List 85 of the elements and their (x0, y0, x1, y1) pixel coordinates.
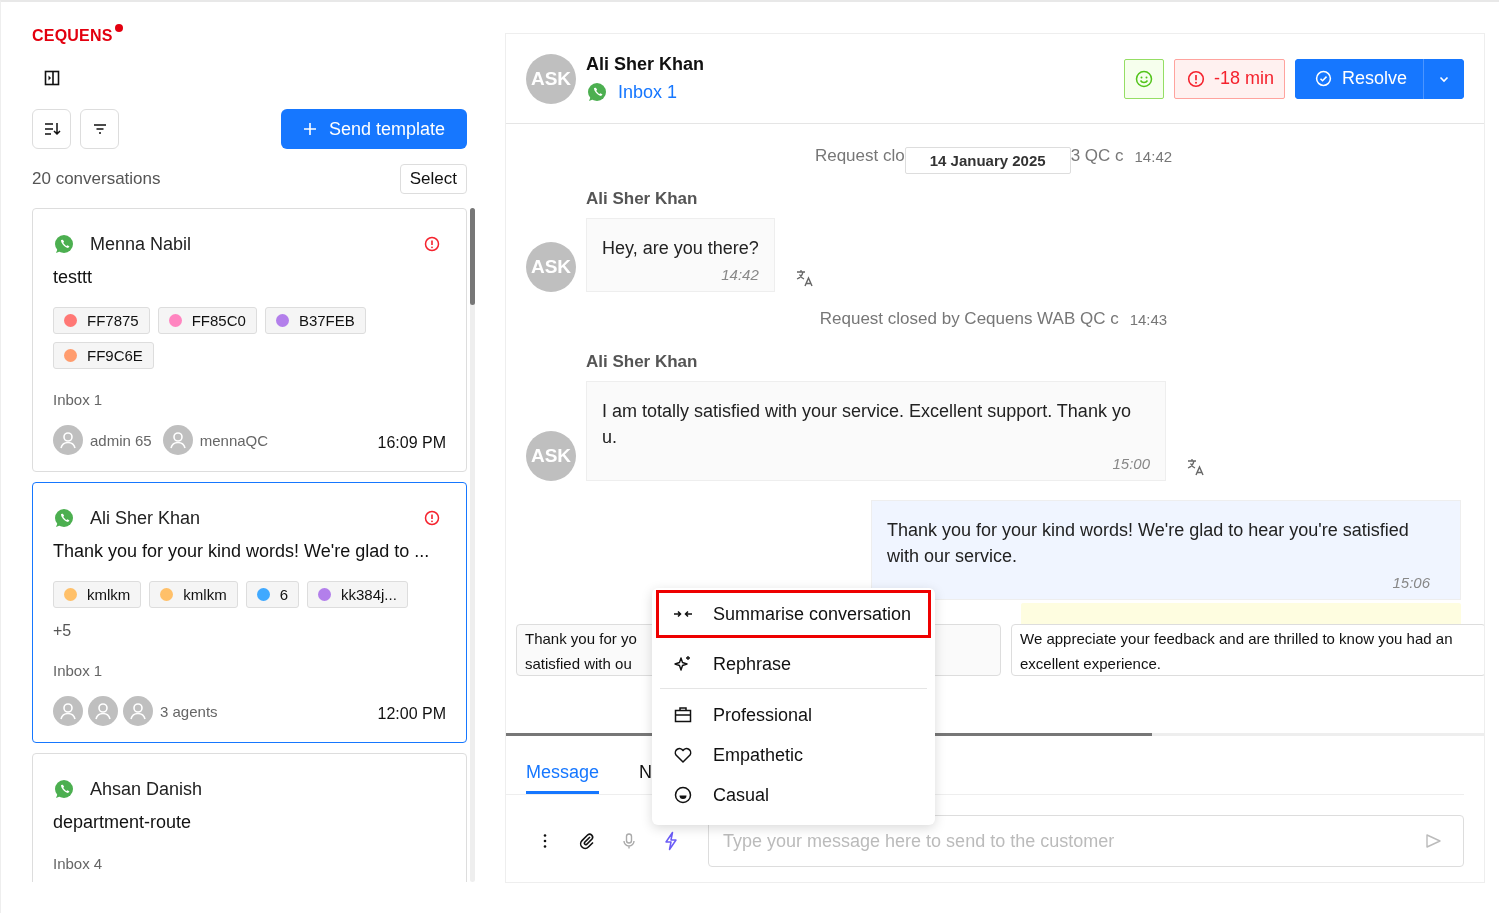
smiley-icon (1134, 69, 1153, 88)
conversation-count: 20 conversations (32, 169, 161, 189)
attachment-icon[interactable] (578, 832, 596, 850)
conversation-card[interactable]: Ali Sher Khan Thank you for your kind words! We're glad to ... kmlkm kmlkm 6 kk384j... +5 Inbox 1 3 agents 12:00 PM (32, 482, 467, 743)
conversation-time: 12:00 PM (377, 705, 446, 723)
avatar-icon (53, 425, 83, 455)
reply-suggestion[interactable]: We appreciate your feedback and are thrilled to know you had an excellent experience. (1011, 624, 1484, 676)
message-time: 15:06 (1391, 574, 1430, 591)
panel-toggle-icon[interactable] (44, 70, 60, 86)
sort-icon (42, 120, 61, 138)
whatsapp-icon (53, 778, 75, 800)
translate-icon[interactable] (794, 268, 815, 288)
sender-name: Ali Sher Khan (586, 352, 699, 372)
label-tag: FF9C6E (53, 342, 154, 369)
menu-item[interactable]: Summarise conversation (656, 590, 931, 638)
conversation-card[interactable]: Menna Nabil testtt FF7875 FF85C0 B37FEB FF9C6E Inbox 1 admin 65 mennaQC 16:09 PM (32, 208, 467, 472)
translate-icon[interactable] (1186, 457, 1206, 477)
filter-button[interactable] (80, 109, 119, 149)
composer-tab[interactable]: N (639, 736, 653, 794)
contact-name: Ali Sher Khan (586, 54, 705, 75)
composer-tab[interactable]: Message (526, 736, 600, 794)
whatsapp-icon (53, 233, 75, 255)
whatsapp-icon (586, 81, 608, 103)
inbox-link[interactable]: Inbox 1 (618, 81, 678, 103)
brand-logo: CEQUENS (32, 27, 113, 45)
agent-name: mennaQC (199, 431, 269, 449)
menu-item[interactable]: Professional (656, 695, 931, 735)
sort-button[interactable] (32, 109, 71, 149)
message-preview: department-route (53, 812, 193, 833)
resolve-button[interactable]: Resolve (1294, 58, 1424, 99)
contact-name: Ali Sher Khan (90, 507, 202, 529)
sender-name: Ali Sher Khan (586, 189, 699, 209)
contact-name: Ahsan Danish (90, 778, 204, 800)
label-tag: 6 (245, 581, 299, 608)
scrollbar[interactable] (470, 208, 475, 882)
alert-icon (1186, 69, 1205, 88)
inbox-name: Inbox 4 (53, 855, 104, 872)
label-tag: FF85C0 (157, 307, 257, 334)
smiley-icon (673, 785, 693, 805)
briefcase-icon (673, 705, 693, 725)
filter-icon (91, 121, 108, 137)
message-time: 14:42 (720, 266, 759, 283)
inbox-name: Inbox 1 (53, 391, 104, 408)
sla-timer-button[interactable]: -18 min (1173, 58, 1285, 99)
conversation-time: 16:09 PM (377, 434, 446, 452)
message-text: Hey, are you there? (602, 237, 759, 260)
label-tag: FF7875 (53, 307, 150, 334)
system-message: 3 QC c (1070, 146, 1124, 166)
agent-count: 3 agents (160, 702, 218, 720)
message-text: I am totally satisfied with your service. Excellent support. Thank yo u. (602, 400, 1132, 449)
message-time: 15:00 (1111, 455, 1150, 472)
message-time: 14:42 (1134, 147, 1173, 165)
conversation-card[interactable]: Ahsan Danish department-route Inbox 4 (32, 753, 467, 882)
contact-avatar: ASK (526, 242, 576, 292)
more-tags-count: +5 (53, 622, 73, 640)
avatar-icon (123, 696, 153, 726)
menu-item[interactable]: Casual (656, 775, 931, 815)
contact-avatar: ASK (526, 53, 576, 104)
logo-dot-icon (114, 24, 123, 32)
label-tag: kmlkm (53, 581, 142, 608)
message-time: 14:43 (1129, 310, 1168, 328)
system-message: Request closed by Cequens WAB QC c (819, 309, 1119, 329)
label-tag: kmlkm (149, 581, 238, 608)
menu-item[interactable]: Empathetic (656, 735, 931, 775)
message-preview: Thank you for your kind words! We're glad to ... (53, 541, 431, 562)
lightning-icon[interactable] (662, 831, 680, 851)
avatar-icon (162, 425, 193, 455)
message-input[interactable]: Type your message here to send to the customer (708, 815, 1464, 867)
avatar-icon (88, 696, 118, 726)
plus-icon (302, 122, 317, 136)
label-tag: B37FEB (264, 307, 366, 334)
contact-avatar: ASK (526, 431, 576, 481)
contact-name: Menna Nabil (90, 233, 193, 255)
inbox-name: Inbox 1 (53, 662, 104, 679)
check-circle-icon (1314, 70, 1332, 87)
heart-icon (673, 745, 693, 765)
agent-name: admin 65 (90, 431, 152, 449)
label-tag: kk384j... (307, 581, 408, 608)
select-button[interactable]: Select (399, 164, 467, 194)
system-message: Request clo (814, 146, 905, 166)
avatar-icon (53, 696, 83, 726)
message-preview: testtt (53, 267, 93, 288)
send-template-button[interactable]: Send template (281, 109, 467, 149)
whatsapp-icon (53, 507, 75, 529)
message-text: Thank you for your kind words! We're glad to hear you're satisfied with our service. (887, 519, 1410, 568)
